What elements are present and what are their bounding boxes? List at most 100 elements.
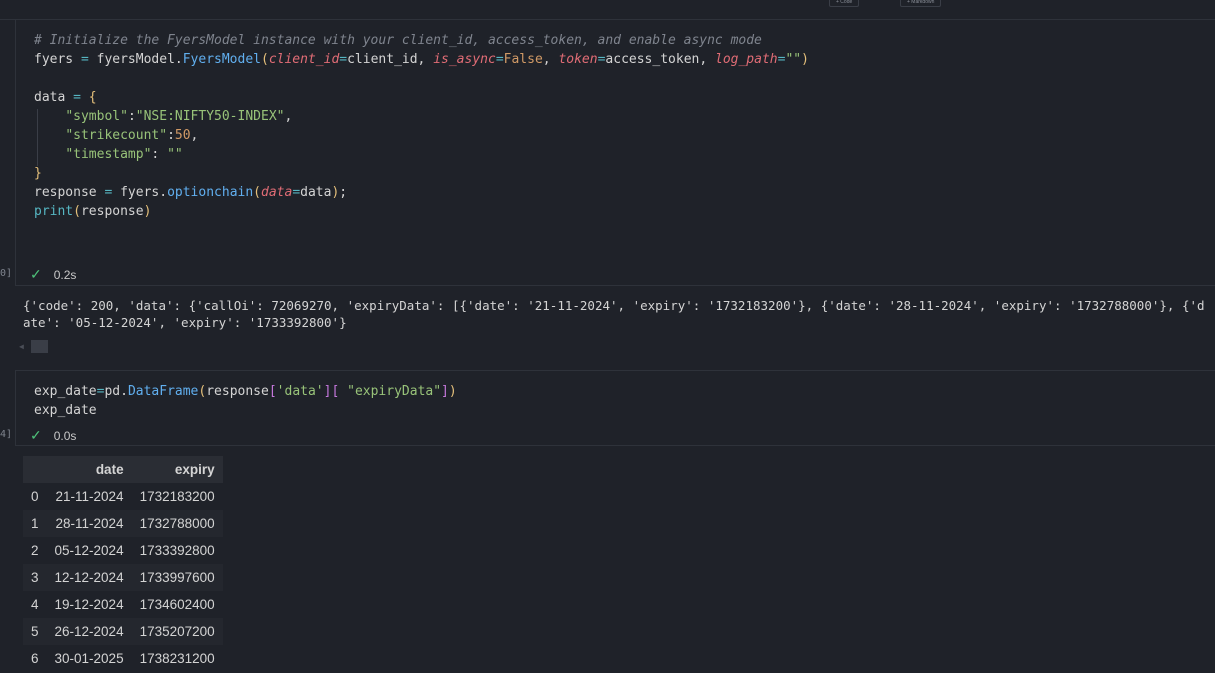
table-cell: 1732788000 [131, 510, 223, 537]
indent-guide [37, 109, 38, 166]
table-cell: 1733997600 [131, 564, 223, 591]
code-token: ( [73, 204, 81, 219]
execution-count: 4] [0, 429, 13, 440]
code-token: : [151, 147, 168, 162]
table-row: 6 30-01-2025 1738231200 [23, 645, 223, 672]
code-line: response = fyers.optionchain(data=data); [34, 183, 809, 202]
table-cell: 1734602400 [139, 597, 215, 612]
scroll-left-icon[interactable]: ◀ [19, 342, 24, 351]
code-line: fyers = fyersModel.FyersModel(client_id=… [34, 50, 809, 69]
dataframe-table: date expiry 0 21-11-2024 1732183200 1 28-11-2… [23, 456, 223, 672]
check-icon: ✓ [30, 266, 42, 282]
add-markdown-button[interactable]: + Markdown [900, 0, 942, 7]
table-cell: 1735207200 [131, 618, 223, 645]
table-row: 4 19-12-2024 1734602400 [23, 591, 223, 618]
code-token: access_token, [605, 52, 715, 67]
execution-time: 0.2s [53, 267, 77, 282]
table-header: date expiry [23, 456, 223, 483]
row-index: 0 [31, 489, 39, 504]
table-cell: 28-11-2024 [46, 510, 132, 537]
code-token: optionchain [167, 185, 254, 200]
table-cell: 19-12-2024 [54, 597, 124, 612]
code-token: pd. [104, 384, 128, 399]
code-editor-2[interactable]: exp_date=pd.DataFrame(response['data'][ … [34, 382, 457, 420]
code-token: "" [785, 52, 802, 67]
horizontal-scrollbar[interactable] [31, 340, 48, 353]
add-code-button[interactable]: + Code [829, 0, 860, 7]
table-cell: 05-12-2024 [54, 543, 124, 558]
code-token: "NSE:NIFTY50-INDEX" [135, 109, 285, 124]
code-token: data [34, 90, 74, 105]
code-token: data [261, 185, 293, 200]
code-token: is_async [433, 52, 496, 67]
code-token: fyers. [112, 185, 168, 200]
row-index: 2 [31, 543, 39, 558]
column-header [23, 456, 47, 483]
code-line: exp_date [34, 401, 457, 420]
code-editor-1[interactable]: # Initialize the FyersModel instance wit… [34, 31, 809, 221]
code-token: : [167, 128, 175, 143]
table-cell: 21-11-2024 [55, 489, 124, 504]
code-token: exp_date [34, 384, 97, 399]
code-line: print(response) [34, 202, 809, 221]
code-token: "" [167, 147, 183, 162]
code-line: "strikecount":50, [34, 126, 809, 145]
code-token: = [80, 52, 89, 67]
execution-time: 0.0s [53, 428, 77, 443]
column-header: expiry [131, 456, 223, 483]
table-cell: 30-01-2025 [54, 651, 124, 666]
code-token: token [558, 52, 598, 67]
code-line: data = { [34, 88, 809, 107]
code-token: response [34, 185, 105, 200]
output-separator [15, 285, 1215, 286]
code-token: "strikecount" [65, 128, 168, 143]
code-line: } [34, 164, 809, 183]
code-token: fyersModel. [88, 52, 183, 67]
cell-status: ✓ 0.0s [30, 427, 76, 444]
code-token: # Initialize the FyersModel instance wit… [34, 33, 762, 48]
code-token: = [339, 52, 348, 67]
code-token: response [80, 204, 144, 219]
execution-count: 0] [0, 268, 13, 279]
code-token: "symbol" [65, 109, 128, 124]
code-token: ] [441, 384, 449, 399]
row-index: 4 [31, 597, 39, 612]
code-token: data [300, 185, 332, 200]
code-token: ) [801, 52, 809, 67]
output-separator [15, 445, 1215, 446]
table-cell: 1738231200 [139, 651, 215, 666]
code-token: DataFrame [127, 384, 199, 399]
code-token: response [206, 384, 269, 399]
table-row: 1 28-11-2024 1732788000 [23, 510, 223, 537]
code-token: , [284, 109, 293, 124]
code-token: ( [253, 185, 261, 200]
code-token: log_path [715, 52, 778, 67]
code-token: 'data' [276, 384, 324, 399]
row-index: 1 [23, 510, 47, 537]
code-token: ) [143, 204, 152, 219]
column-header: date [46, 456, 132, 483]
code-token: = [73, 90, 81, 105]
code-token: ( [261, 52, 269, 67]
check-icon: ✓ [30, 427, 42, 443]
code-token: { [88, 90, 97, 105]
code-token: 50 [174, 128, 191, 143]
code-token: : [127, 109, 136, 124]
row-index: 5 [23, 618, 47, 645]
code-token: "timestamp" [65, 147, 152, 162]
cell-output: {'code': 200, 'data': {'callOi': 7206927… [23, 298, 1205, 330]
code-token: [ [268, 384, 277, 399]
code-line: "timestamp": "" [34, 145, 809, 164]
table-row: 2 05-12-2024 1733392800 [23, 537, 223, 564]
table-cell: 1733392800 [139, 543, 215, 558]
code-token: client_id [268, 52, 340, 67]
code-token: False [503, 52, 543, 67]
code-token: ) [448, 384, 457, 399]
table-row: 0 21-11-2024 1732183200 [23, 483, 223, 510]
table-row: 5 26-12-2024 1735207200 [23, 618, 223, 645]
